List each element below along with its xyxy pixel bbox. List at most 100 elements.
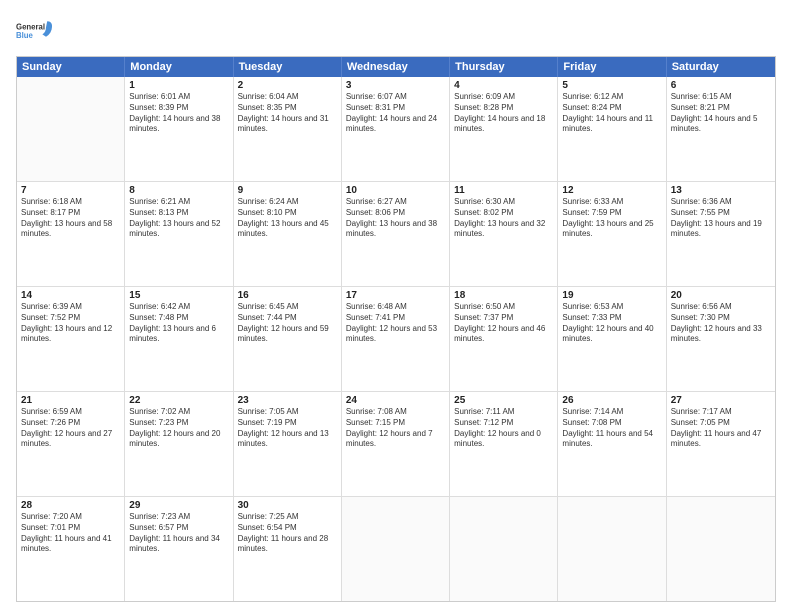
- cell-daylight: Daylight: 12 hours and 20 minutes.: [129, 429, 228, 451]
- calendar-day-13: 13 Sunrise: 6:36 AM Sunset: 7:55 PM Dayl…: [667, 182, 775, 286]
- cell-daylight: Daylight: 11 hours and 54 minutes.: [562, 429, 661, 451]
- day-number: 7: [21, 185, 120, 196]
- calendar-body: 1 Sunrise: 6:01 AM Sunset: 8:39 PM Dayli…: [17, 77, 775, 601]
- calendar-week-2: 7 Sunrise: 6:18 AM Sunset: 8:17 PM Dayli…: [17, 181, 775, 286]
- cell-daylight: Daylight: 12 hours and 40 minutes.: [562, 324, 661, 346]
- calendar-empty-cell: [342, 497, 450, 601]
- calendar-day-7: 7 Sunrise: 6:18 AM Sunset: 8:17 PM Dayli…: [17, 182, 125, 286]
- cell-daylight: Daylight: 14 hours and 11 minutes.: [562, 114, 661, 136]
- cell-daylight: Daylight: 11 hours and 34 minutes.: [129, 534, 228, 556]
- cell-sunrise: Sunrise: 6:30 AM: [454, 197, 553, 208]
- cell-daylight: Daylight: 12 hours and 13 minutes.: [238, 429, 337, 451]
- cell-sunrise: Sunrise: 6:50 AM: [454, 302, 553, 313]
- cell-daylight: Daylight: 11 hours and 47 minutes.: [671, 429, 771, 451]
- cell-sunrise: Sunrise: 6:48 AM: [346, 302, 445, 313]
- cell-sunset: Sunset: 7:08 PM: [562, 418, 661, 429]
- cell-daylight: Daylight: 11 hours and 41 minutes.: [21, 534, 120, 556]
- cell-sunset: Sunset: 8:02 PM: [454, 208, 553, 219]
- calendar-day-21: 21 Sunrise: 6:59 AM Sunset: 7:26 PM Dayl…: [17, 392, 125, 496]
- day-number: 4: [454, 80, 553, 91]
- cell-sunrise: Sunrise: 6:12 AM: [562, 92, 661, 103]
- header-day-wednesday: Wednesday: [342, 57, 450, 77]
- day-number: 18: [454, 290, 553, 301]
- cell-sunrise: Sunrise: 7:02 AM: [129, 407, 228, 418]
- calendar-header: SundayMondayTuesdayWednesdayThursdayFrid…: [17, 57, 775, 77]
- calendar-week-5: 28 Sunrise: 7:20 AM Sunset: 7:01 PM Dayl…: [17, 496, 775, 601]
- cell-sunset: Sunset: 8:21 PM: [671, 103, 771, 114]
- cell-sunset: Sunset: 7:52 PM: [21, 313, 120, 324]
- calendar-week-4: 21 Sunrise: 6:59 AM Sunset: 7:26 PM Dayl…: [17, 391, 775, 496]
- day-number: 19: [562, 290, 661, 301]
- day-number: 3: [346, 80, 445, 91]
- calendar: SundayMondayTuesdayWednesdayThursdayFrid…: [16, 56, 776, 602]
- day-number: 23: [238, 395, 337, 406]
- cell-sunrise: Sunrise: 7:08 AM: [346, 407, 445, 418]
- calendar-day-1: 1 Sunrise: 6:01 AM Sunset: 8:39 PM Dayli…: [125, 77, 233, 181]
- calendar-day-10: 10 Sunrise: 6:27 AM Sunset: 8:06 PM Dayl…: [342, 182, 450, 286]
- cell-sunset: Sunset: 7:48 PM: [129, 313, 228, 324]
- cell-sunrise: Sunrise: 6:59 AM: [21, 407, 120, 418]
- day-number: 9: [238, 185, 337, 196]
- day-number: 8: [129, 185, 228, 196]
- cell-daylight: Daylight: 14 hours and 18 minutes.: [454, 114, 553, 136]
- cell-daylight: Daylight: 12 hours and 53 minutes.: [346, 324, 445, 346]
- cell-sunrise: Sunrise: 7:05 AM: [238, 407, 337, 418]
- day-number: 27: [671, 395, 771, 406]
- logo-svg: General Blue: [16, 14, 52, 50]
- cell-sunrise: Sunrise: 6:42 AM: [129, 302, 228, 313]
- cell-sunset: Sunset: 7:55 PM: [671, 208, 771, 219]
- cell-sunset: Sunset: 8:10 PM: [238, 208, 337, 219]
- cell-sunset: Sunset: 7:15 PM: [346, 418, 445, 429]
- calendar-day-30: 30 Sunrise: 7:25 AM Sunset: 6:54 PM Dayl…: [234, 497, 342, 601]
- cell-sunset: Sunset: 8:13 PM: [129, 208, 228, 219]
- calendar-day-20: 20 Sunrise: 6:56 AM Sunset: 7:30 PM Dayl…: [667, 287, 775, 391]
- day-number: 26: [562, 395, 661, 406]
- day-number: 29: [129, 500, 228, 511]
- cell-sunrise: Sunrise: 7:17 AM: [671, 407, 771, 418]
- cell-sunset: Sunset: 8:35 PM: [238, 103, 337, 114]
- cell-sunset: Sunset: 7:41 PM: [346, 313, 445, 324]
- calendar-day-17: 17 Sunrise: 6:48 AM Sunset: 7:41 PM Dayl…: [342, 287, 450, 391]
- cell-sunset: Sunset: 7:05 PM: [671, 418, 771, 429]
- cell-daylight: Daylight: 13 hours and 52 minutes.: [129, 219, 228, 241]
- cell-daylight: Daylight: 12 hours and 33 minutes.: [671, 324, 771, 346]
- cell-sunrise: Sunrise: 6:24 AM: [238, 197, 337, 208]
- header-day-tuesday: Tuesday: [234, 57, 342, 77]
- calendar-day-2: 2 Sunrise: 6:04 AM Sunset: 8:35 PM Dayli…: [234, 77, 342, 181]
- calendar-day-11: 11 Sunrise: 6:30 AM Sunset: 8:02 PM Dayl…: [450, 182, 558, 286]
- calendar-day-28: 28 Sunrise: 7:20 AM Sunset: 7:01 PM Dayl…: [17, 497, 125, 601]
- calendar-day-9: 9 Sunrise: 6:24 AM Sunset: 8:10 PM Dayli…: [234, 182, 342, 286]
- cell-sunset: Sunset: 7:44 PM: [238, 313, 337, 324]
- calendar-day-8: 8 Sunrise: 6:21 AM Sunset: 8:13 PM Dayli…: [125, 182, 233, 286]
- day-number: 5: [562, 80, 661, 91]
- cell-sunrise: Sunrise: 6:07 AM: [346, 92, 445, 103]
- cell-sunrise: Sunrise: 6:45 AM: [238, 302, 337, 313]
- cell-sunrise: Sunrise: 6:27 AM: [346, 197, 445, 208]
- day-number: 25: [454, 395, 553, 406]
- cell-sunrise: Sunrise: 6:15 AM: [671, 92, 771, 103]
- header-day-saturday: Saturday: [667, 57, 775, 77]
- cell-daylight: Daylight: 12 hours and 27 minutes.: [21, 429, 120, 451]
- header-day-monday: Monday: [125, 57, 233, 77]
- cell-daylight: Daylight: 13 hours and 12 minutes.: [21, 324, 120, 346]
- cell-daylight: Daylight: 12 hours and 7 minutes.: [346, 429, 445, 451]
- calendar-day-14: 14 Sunrise: 6:39 AM Sunset: 7:52 PM Dayl…: [17, 287, 125, 391]
- cell-daylight: Daylight: 13 hours and 45 minutes.: [238, 219, 337, 241]
- calendar-day-4: 4 Sunrise: 6:09 AM Sunset: 8:28 PM Dayli…: [450, 77, 558, 181]
- cell-sunset: Sunset: 6:57 PM: [129, 523, 228, 534]
- cell-sunset: Sunset: 8:06 PM: [346, 208, 445, 219]
- calendar-day-6: 6 Sunrise: 6:15 AM Sunset: 8:21 PM Dayli…: [667, 77, 775, 181]
- day-number: 15: [129, 290, 228, 301]
- cell-sunset: Sunset: 8:28 PM: [454, 103, 553, 114]
- cell-sunrise: Sunrise: 6:33 AM: [562, 197, 661, 208]
- cell-sunset: Sunset: 7:33 PM: [562, 313, 661, 324]
- cell-sunrise: Sunrise: 7:11 AM: [454, 407, 553, 418]
- cell-daylight: Daylight: 13 hours and 32 minutes.: [454, 219, 553, 241]
- cell-sunset: Sunset: 7:26 PM: [21, 418, 120, 429]
- cell-sunrise: Sunrise: 6:39 AM: [21, 302, 120, 313]
- day-number: 12: [562, 185, 661, 196]
- calendar-day-29: 29 Sunrise: 7:23 AM Sunset: 6:57 PM Dayl…: [125, 497, 233, 601]
- cell-daylight: Daylight: 12 hours and 0 minutes.: [454, 429, 553, 451]
- calendar-week-3: 14 Sunrise: 6:39 AM Sunset: 7:52 PM Dayl…: [17, 286, 775, 391]
- calendar-day-27: 27 Sunrise: 7:17 AM Sunset: 7:05 PM Dayl…: [667, 392, 775, 496]
